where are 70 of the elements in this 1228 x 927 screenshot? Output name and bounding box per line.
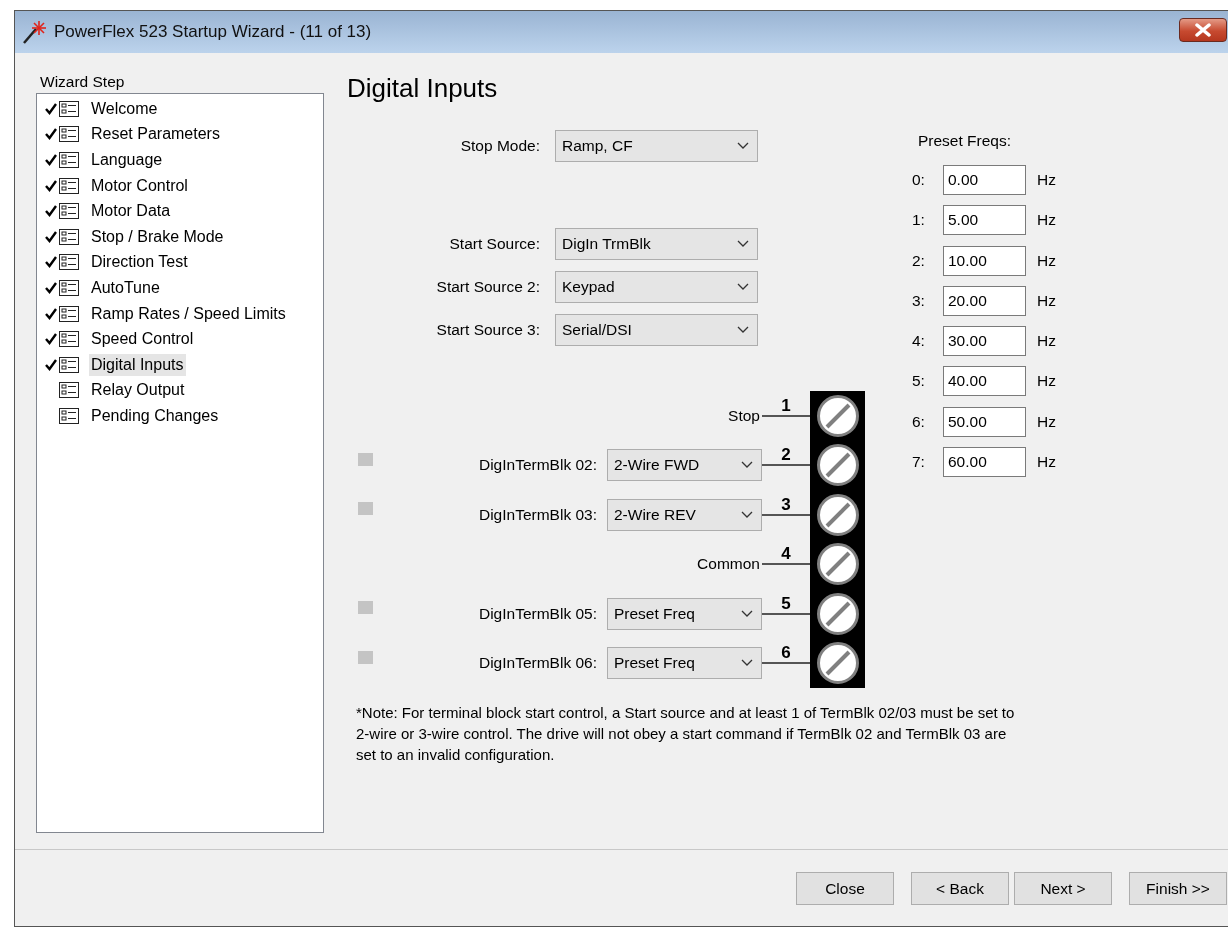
terminal-number: 6 (781, 644, 791, 663)
step-item[interactable]: Relay Output (89, 379, 187, 402)
step-item[interactable]: Stop / Brake Mode (89, 225, 226, 248)
preset-index: 2: (912, 251, 926, 270)
wizard-button[interactable]: Next > (1014, 872, 1112, 905)
frequency-field[interactable]: 60.00 (943, 447, 1026, 478)
page-heading: Digital Inputs (347, 73, 499, 103)
frequency-field[interactable]: 30.00 (943, 326, 1026, 357)
step-item[interactable]: Welcome (89, 97, 160, 120)
step-item[interactable]: Motor Control (89, 174, 190, 197)
frequency-field[interactable]: 10.00 (943, 245, 1026, 276)
terminal-dropdown[interactable]: Preset Freq (607, 597, 762, 630)
frequency-field[interactable]: 40.00 (943, 366, 1026, 397)
preset-freqs-title: Preset Freqs: (917, 132, 1013, 150)
terminal-dropdown[interactable]: 2-Wire REV (607, 498, 762, 531)
unit-label: Hz (1037, 291, 1056, 310)
unit-label: Hz (1037, 332, 1056, 351)
step-item[interactable]: Pending Changes (89, 404, 221, 427)
wizard-button[interactable]: < Back (911, 872, 1009, 905)
terminal-dropdown[interactable]: Preset Freq (607, 647, 762, 680)
sidebar-title: Wizard Step (39, 73, 126, 91)
wizard-button[interactable]: Finish >> (1129, 872, 1227, 905)
step-item[interactable]: Digital Inputs (89, 353, 186, 376)
start-source-dropdown[interactable]: Keypad (555, 271, 758, 303)
preset-index: 4: (912, 332, 926, 351)
start-source-dropdown[interactable]: Serial/DSI (555, 314, 758, 346)
field-label: Start Source 2: (435, 278, 540, 296)
terminal-label: DigInTermBlk 05: (478, 604, 597, 623)
step-item[interactable]: Direction Test (89, 251, 190, 274)
step-item[interactable]: Speed Control (89, 328, 196, 351)
frequency-field[interactable]: 20.00 (943, 285, 1026, 316)
field-label: Stop Mode: (459, 137, 540, 155)
preset-index: 0: (912, 171, 926, 189)
step-item[interactable]: AutoTune (89, 276, 162, 299)
unit-label: Hz (1037, 211, 1056, 230)
step-item[interactable]: Motor Data (89, 200, 173, 223)
unit-label: Hz (1037, 251, 1056, 270)
start-source-dropdown[interactable]: DigIn TrmBlk (555, 228, 758, 260)
terminal-number: 2 (781, 446, 791, 465)
frequency-field[interactable]: 0.00 (943, 165, 1026, 195)
unit-label: Hz (1037, 412, 1056, 431)
terminal-dropdown[interactable]: 2-Wire FWD (607, 449, 762, 482)
unit-label: Hz (1037, 171, 1056, 189)
preset-index: 7: (912, 453, 926, 472)
frequency-field[interactable]: 50.00 (943, 406, 1026, 437)
preset-index: 3: (912, 291, 926, 310)
frequency-field[interactable]: 5.00 (943, 205, 1026, 236)
terminal-number: 1 (781, 396, 791, 415)
terminal-label: Common (697, 555, 761, 574)
preset-index: 1: (912, 211, 926, 230)
terminal-label: Stop (728, 406, 761, 425)
preset-index: 6: (912, 412, 926, 431)
terminal-number: 5 (781, 594, 791, 613)
field-label: Start Source: (448, 235, 540, 253)
window-title: PowerFlex 523 Startup Wizard - (11 of 13) (54, 22, 372, 42)
terminal-label: DigInTermBlk 06: (478, 654, 597, 673)
field-label: Start Source 3: (435, 321, 540, 339)
wizard-button[interactable]: Close (796, 872, 894, 905)
unit-label: Hz (1037, 372, 1056, 391)
terminal-label: DigInTermBlk 02: (478, 456, 597, 475)
terminal-number: 3 (781, 495, 791, 514)
preset-index: 5: (912, 372, 926, 391)
note-text: *Note: For terminal block start control, a Start source and at least 1 of TermBlk 02/03 must be set to 2-wire or 3-wire control. The drive will not obey a start command if TermBlk 02 and TermBlk 03 are set to an invalid configuration. (356, 703, 1016, 765)
step-item[interactable]: Reset Parameters (89, 123, 222, 146)
step-item[interactable]: Ramp Rates / Speed Limits (89, 302, 288, 325)
step-item[interactable]: Language (89, 149, 165, 171)
terminal-label: DigInTermBlk 03: (478, 505, 597, 524)
terminal-number: 4 (781, 545, 791, 564)
unit-label: Hz (1037, 453, 1056, 472)
stop-mode-dropdown[interactable]: Ramp, CF (555, 130, 758, 162)
